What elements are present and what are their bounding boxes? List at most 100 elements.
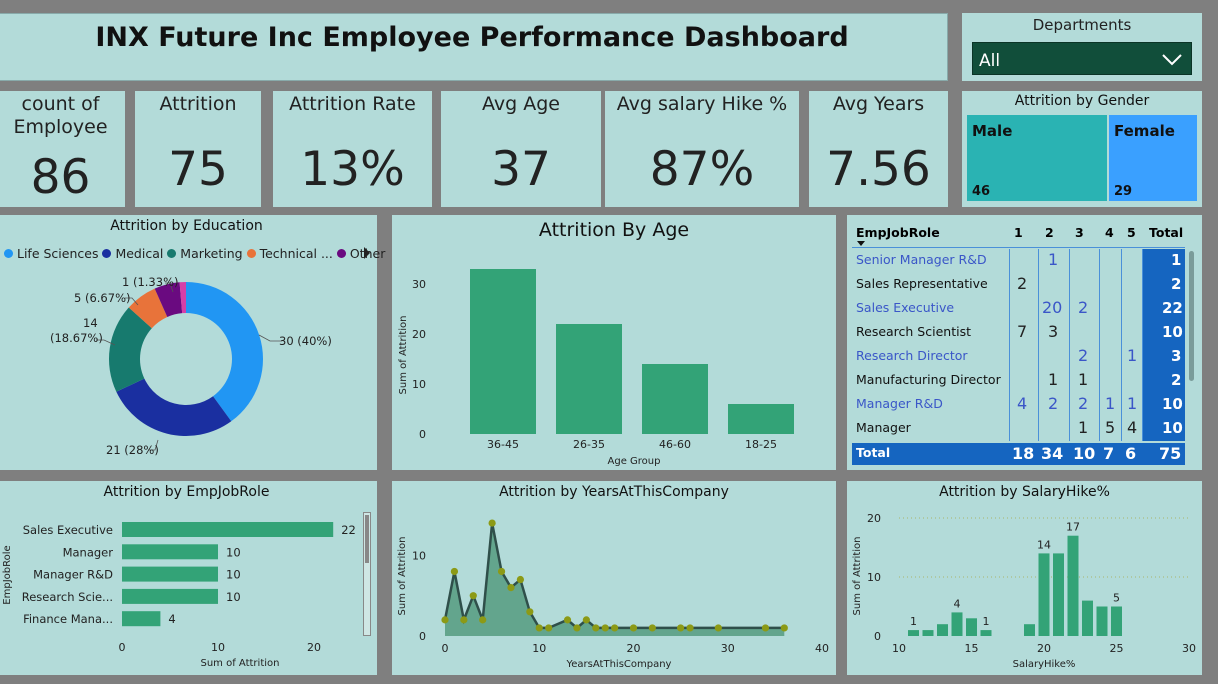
data-point <box>441 616 449 624</box>
data-point <box>479 616 487 624</box>
salary-bar <box>908 630 919 636</box>
data-label: 14 <box>1037 538 1051 551</box>
x-axis-label: YearsAtThisCompany <box>566 659 672 670</box>
tile-value: 46 <box>972 184 991 199</box>
y-axis-label: Sum of Attrition <box>397 537 408 616</box>
matrix-header-col: 5 <box>1127 225 1136 240</box>
kpi-value: 37 <box>491 142 551 197</box>
matrix-total-cell: 10 <box>1073 444 1096 463</box>
matrix-row-total: 3 <box>1171 347 1182 365</box>
tile-value: 29 <box>1114 184 1133 199</box>
matrix-row-total: 22 <box>1162 299 1183 317</box>
kpi-avg-years: Avg Years 7.56 <box>809 91 948 207</box>
page-title: INX Future Inc Employee Performance Dash… <box>95 22 849 53</box>
x-tick-label: 10 <box>211 641 225 654</box>
age-chart-card: Attrition By Age 0 10 20 30 Sum of Attrition… <box>392 215 836 470</box>
matrix-row-label[interactable]: Sales Representative <box>856 276 988 291</box>
scrollbar-thumb[interactable] <box>365 515 369 563</box>
x-tick-label: 20 <box>1037 642 1051 655</box>
matrix-row-label[interactable]: Manager <box>856 420 911 435</box>
matrix-row-label[interactable]: Research Director <box>856 348 968 363</box>
matrix-cell: 2 <box>1078 394 1089 413</box>
matrix-row-total: 1 <box>1171 251 1182 269</box>
x-tick-label: 36-45 <box>487 438 519 451</box>
x-tick-label: 18-25 <box>745 438 777 451</box>
kpi-avg-age: Avg Age 37 <box>441 91 601 207</box>
slice-label: 1 (1.33%) <box>122 275 178 289</box>
grid-line <box>1099 249 1100 441</box>
matrix-cell: 1 <box>1048 250 1059 269</box>
chart-title: Attrition by Gender <box>1014 93 1150 109</box>
x-axis-label: Sum of Attrition <box>201 658 280 669</box>
department-slicer: Departments All <box>962 13 1202 81</box>
department-dropdown[interactable]: All <box>972 42 1192 75</box>
matrix-row-label[interactable]: Sales Executive <box>856 300 954 315</box>
kpi-value: 86 <box>30 150 91 205</box>
education-donut: 30 (40%) 21 (28%) 14 (18.67%) 5 (6.67%) … <box>50 275 332 457</box>
jobrole-bar <box>122 588 218 604</box>
matrix-row-label[interactable]: Manager R&D <box>856 396 943 411</box>
matrix-cell: 1 <box>1127 346 1138 365</box>
salary-bar <box>966 618 977 636</box>
matrix-total-cell: 18 <box>1012 444 1035 463</box>
y-tick-label: Manager R&D <box>33 568 113 582</box>
jobrole-matrix: EmpJobRole 1 2 3 4 5 Total Senior Manage… <box>847 215 1202 470</box>
y-tick-label: Finance Mana... <box>23 612 113 626</box>
data-label: 1 <box>910 615 917 628</box>
data-point <box>780 624 788 632</box>
age-bar <box>642 364 708 434</box>
education-donut-card: Attrition by Education Life Sciences Med… <box>0 215 385 470</box>
matrix-header-col: 1 <box>1014 225 1023 240</box>
chart-scrollbar[interactable] <box>363 512 371 636</box>
matrix-cell: 2 <box>1078 346 1089 365</box>
matrix-row-total: 10 <box>1162 395 1183 413</box>
kpi-attrition-rate: Attrition Rate 13% <box>273 91 432 207</box>
kpi-value: 75 <box>168 142 228 197</box>
kpi-label: count of Employee <box>13 93 108 138</box>
matrix-cell: 1 <box>1078 418 1089 437</box>
matrix-total-cell: 7 <box>1103 444 1115 463</box>
kpi-avg-salary-hike: Avg salary Hike % 87% <box>605 91 799 207</box>
matrix-row-total: 10 <box>1162 323 1183 341</box>
data-point <box>488 519 496 527</box>
jobrole-bar <box>122 566 218 582</box>
data-point <box>686 624 694 632</box>
matrix-header-role[interactable]: EmpJobRole <box>856 225 940 240</box>
matrix-row-label[interactable]: Manufacturing Director <box>856 372 1001 387</box>
x-tick-label: 20 <box>627 642 641 655</box>
gender-tile-male[interactable]: Male 46 <box>967 115 1107 201</box>
salary-bar <box>1024 624 1035 636</box>
y-tick-label: 10 <box>412 549 426 562</box>
data-point <box>592 624 600 632</box>
data-point <box>450 567 459 576</box>
matrix-row-label[interactable]: Research Scientist <box>856 324 971 339</box>
y-tick-label: Research Scie... <box>22 590 113 604</box>
x-tick-label: 20 <box>307 641 321 654</box>
grid-line <box>1009 249 1010 441</box>
matrix-scrollbar[interactable] <box>1189 251 1194 381</box>
data-label: 10 <box>226 568 241 582</box>
kpi-value: 13% <box>300 142 405 197</box>
matrix-cell: 1 <box>1127 394 1138 413</box>
matrix-cell: 4 <box>1017 394 1028 413</box>
salary-bar <box>937 624 948 636</box>
matrix-header-col: 4 <box>1105 225 1114 240</box>
matrix-cell: 4 <box>1127 418 1138 437</box>
matrix-cell: 1 <box>1105 394 1116 413</box>
slice-label: 21 (28%) <box>106 443 159 457</box>
matrix-row-label[interactable]: Senior Manager R&D <box>856 252 987 267</box>
kpi-count-of-employee: count of Employee 86 <box>0 91 125 207</box>
donut-slice <box>116 378 232 436</box>
tile-label: Female <box>1114 122 1175 140</box>
grid-line <box>1121 249 1122 441</box>
x-tick-label: 25 <box>1110 642 1124 655</box>
gender-tile-female[interactable]: Female 29 <box>1109 115 1197 201</box>
salary-bar <box>1053 553 1064 636</box>
x-tick-label: 10 <box>892 642 906 655</box>
data-point <box>526 608 534 616</box>
data-label: 10 <box>226 590 241 604</box>
data-label: 4 <box>168 612 175 626</box>
salary-bar <box>1038 553 1050 636</box>
salary-bar <box>1067 535 1079 636</box>
matrix-grand-total: 75 <box>1159 444 1182 463</box>
